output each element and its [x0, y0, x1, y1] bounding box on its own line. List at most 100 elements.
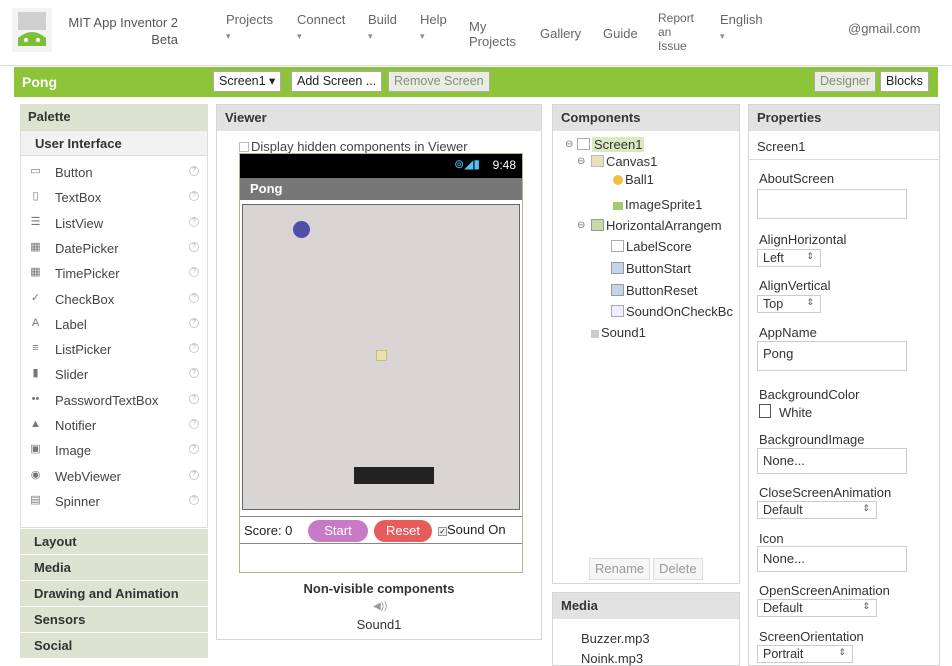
palette-item-datepicker[interactable]: ▦ DatePicker? [21, 236, 205, 261]
palette-category-user-interface[interactable]: User Interface [20, 130, 208, 156]
help-icon[interactable]: ? [189, 216, 199, 227]
palette-category-drawing-and-animation[interactable]: Drawing and Animation [20, 580, 208, 606]
label-score[interactable]: Score: 0 [244, 523, 292, 538]
palette-item-timepicker[interactable]: ▦ TimePicker? [21, 261, 205, 286]
color-swatch[interactable] [759, 404, 771, 418]
nonvisible-sound1[interactable]: Sound1 [217, 617, 541, 632]
nav-my-projects[interactable]: My Projects [469, 19, 516, 49]
nav-help[interactable]: Help ▾ [420, 12, 447, 44]
ball1[interactable] [293, 221, 310, 238]
help-icon[interactable]: ? [189, 292, 199, 303]
palette-item-checkbox[interactable]: ✓ CheckBox? [21, 287, 205, 312]
nav-guide[interactable]: Guide [603, 26, 638, 41]
remove-screen-button[interactable]: Remove Screen [388, 71, 490, 92]
help-icon[interactable]: ? [189, 393, 199, 404]
delete-button[interactable]: Delete [653, 558, 703, 580]
collapse-horizontal-icon[interactable]: ⊖ [577, 220, 585, 231]
palette-item-listpicker[interactable]: ≡ ListPicker? [21, 337, 205, 362]
help-icon[interactable]: ? [189, 444, 199, 455]
tree-item-buttonreset[interactable]: ButtonReset [611, 283, 698, 298]
select-arrow-icon: ⇕ [862, 503, 870, 513]
help-icon[interactable]: ? [189, 166, 199, 176]
collapse-canvas1-icon[interactable]: ⊖ [577, 156, 585, 167]
palette-item-label[interactable]: A Label? [21, 312, 205, 337]
button-icon: ▭ [30, 165, 41, 177]
palette-item-slider[interactable]: ▮ Slider? [21, 362, 205, 387]
nav-report-line1: Report [658, 11, 695, 25]
open-animation-select[interactable]: Default ⇕ [757, 599, 877, 617]
about-screen-input[interactable] [757, 189, 907, 219]
tree-item-imagesprite1[interactable]: ImageSprite1 [613, 197, 702, 212]
tree-item-canvas1[interactable]: Canvas1 [591, 154, 657, 169]
sound-on-label: Sound On [447, 522, 506, 537]
checkbox-box[interactable] [239, 142, 249, 152]
start-button[interactable]: Start [308, 520, 368, 542]
blocks-button[interactable]: Blocks [880, 71, 929, 92]
background-color-value[interactable]: White [779, 405, 812, 420]
nav-connect[interactable]: Connect ▾ [297, 12, 345, 44]
tree-item-horizontal-arrangement[interactable]: HorizontalArrangem [591, 218, 722, 233]
canvas1[interactable] [242, 204, 520, 510]
rename-button[interactable]: Rename [589, 558, 651, 580]
reset-button[interactable]: Reset [374, 520, 432, 542]
media-file[interactable]: Noink.mp3 [581, 651, 643, 666]
palette-category-sensors[interactable]: Sensors [20, 606, 208, 632]
help-icon[interactable]: ? [189, 191, 199, 202]
help-icon[interactable]: ? [189, 267, 199, 278]
media-file[interactable]: Buzzer.mp3 [581, 631, 650, 646]
background-image-input[interactable]: None... [757, 448, 907, 474]
ball-icon [613, 175, 623, 185]
palette-item-notifier[interactable]: ▲ Notifier? [21, 413, 205, 438]
palette-item-spinner[interactable]: ▤ Spinner? [21, 489, 205, 514]
palette-item-button[interactable]: ▭ Button? [21, 160, 205, 185]
display-hidden-checkbox[interactable]: Display hidden components in Viewer [239, 139, 468, 154]
help-icon[interactable]: ? [189, 419, 199, 429]
help-icon[interactable]: ? [189, 241, 199, 252]
icon-input[interactable]: None... [757, 546, 907, 572]
screen-orientation-value: Portrait [763, 647, 804, 661]
tree-item-screen1[interactable]: Screen1 [577, 137, 645, 152]
help-icon[interactable]: ? [189, 317, 199, 328]
palette-item-image[interactable]: ▣ Image? [21, 438, 205, 463]
tree-item-labelscore[interactable]: LabelScore [611, 239, 692, 254]
nav-build[interactable]: Build ▾ [368, 12, 397, 44]
image-sprite1[interactable] [376, 350, 387, 361]
align-horizontal-select[interactable]: Left ⇕ [757, 249, 821, 267]
open-animation-value: Default [763, 601, 803, 615]
screen-title-bar: Pong [240, 178, 522, 200]
palette-item-textbox[interactable]: ▯ TextBox? [21, 185, 205, 210]
palette-categories: Layout Media Drawing and Animation Sensors S… [20, 528, 208, 658]
nav-gallery[interactable]: Gallery [540, 26, 581, 41]
nav-report-issue[interactable]: Report an Issue [658, 11, 694, 53]
designer-button[interactable]: Designer [814, 71, 877, 92]
nav-my-projects-line2: Projects [469, 34, 516, 49]
add-screen-button[interactable]: Add Screen ... [291, 71, 383, 92]
nav-projects[interactable]: Projects ▾ [226, 12, 273, 44]
palette-item-listview[interactable]: ☰ ListView? [21, 211, 205, 236]
palette-item-passwordtextbox[interactable]: •• PasswordTextBox? [21, 388, 205, 413]
palette-category-layout[interactable]: Layout [20, 528, 208, 554]
tree-item-ball1[interactable]: Ball1 [613, 172, 654, 187]
palette-category-media[interactable]: Media [20, 554, 208, 580]
nav-language[interactable]: English ▾ [720, 12, 763, 44]
paddle-sprite[interactable] [354, 467, 434, 484]
app-name-input[interactable]: Pong [757, 341, 907, 371]
help-icon[interactable]: ? [189, 469, 199, 480]
help-icon[interactable]: ? [189, 343, 199, 354]
tree-item-buttonstart[interactable]: ButtonStart [611, 261, 691, 276]
nav-report-line2: an [658, 25, 672, 39]
tree-item-sound1[interactable]: Sound1 [591, 325, 646, 340]
tree-item-soundoncheckbox[interactable]: SoundOnCheckBc [611, 304, 733, 319]
palette-category-social[interactable]: Social [20, 632, 208, 658]
screen-orientation-select[interactable]: Portrait ⇕ [757, 645, 853, 663]
collapse-screen1-icon[interactable]: ⊖ [565, 139, 573, 150]
app-inventor-logo[interactable] [12, 8, 52, 52]
help-icon[interactable]: ? [189, 368, 199, 379]
align-vertical-select[interactable]: Top ⇕ [757, 295, 821, 313]
sound-on-checkbox[interactable]: ✓Sound On [438, 522, 506, 537]
close-animation-select[interactable]: Default ⇕ [757, 501, 877, 519]
palette-item-webviewer[interactable]: ◉ WebViewer? [21, 464, 205, 489]
help-icon[interactable]: ? [189, 494, 199, 505]
nav-account[interactable]: @gmail.com [848, 21, 920, 36]
screen-select-button[interactable]: Screen1 ▾ [213, 71, 282, 92]
